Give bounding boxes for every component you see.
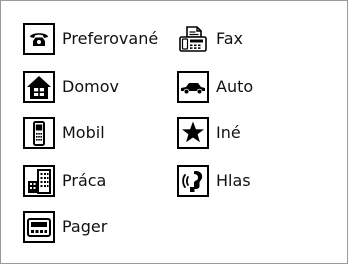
phone-type-fax[interactable]: Fax [177, 19, 243, 59]
telephone-icon [23, 23, 55, 55]
phone-type-label: Práca [62, 171, 107, 190]
phone-type-praca[interactable]: Práca [23, 161, 106, 201]
phone-type-hlas[interactable]: Hlas [177, 161, 251, 201]
phone-type-label: Fax [216, 29, 244, 48]
phone-type-label: Pager [62, 217, 108, 236]
phone-type-auto[interactable]: Auto [177, 67, 253, 107]
star-icon [177, 117, 209, 149]
phone-type-label: Iné [216, 123, 241, 142]
phone-type-ine[interactable]: Iné [177, 113, 241, 153]
phone-type-label: Auto [216, 77, 254, 96]
fax-icon [177, 23, 209, 55]
phone-type-preferovane[interactable]: Preferované [23, 19, 158, 59]
voice-icon [177, 165, 209, 197]
mobile-phone-icon [23, 117, 55, 149]
phone-type-domov[interactable]: Domov [23, 67, 119, 107]
car-icon [177, 71, 209, 103]
pager-icon [23, 211, 55, 243]
phone-type-label: Preferované [62, 29, 159, 48]
phone-type-label: Hlas [216, 171, 251, 190]
phone-type-panel: Preferované Domov Mobil Práca Pager Fax … [0, 0, 348, 264]
phone-type-label: Domov [62, 77, 119, 96]
office-buildings-icon [23, 165, 55, 197]
phone-type-label: Mobil [62, 123, 105, 142]
home-icon [23, 71, 55, 103]
phone-type-mobil[interactable]: Mobil [23, 113, 105, 153]
phone-type-pager[interactable]: Pager [23, 207, 107, 247]
